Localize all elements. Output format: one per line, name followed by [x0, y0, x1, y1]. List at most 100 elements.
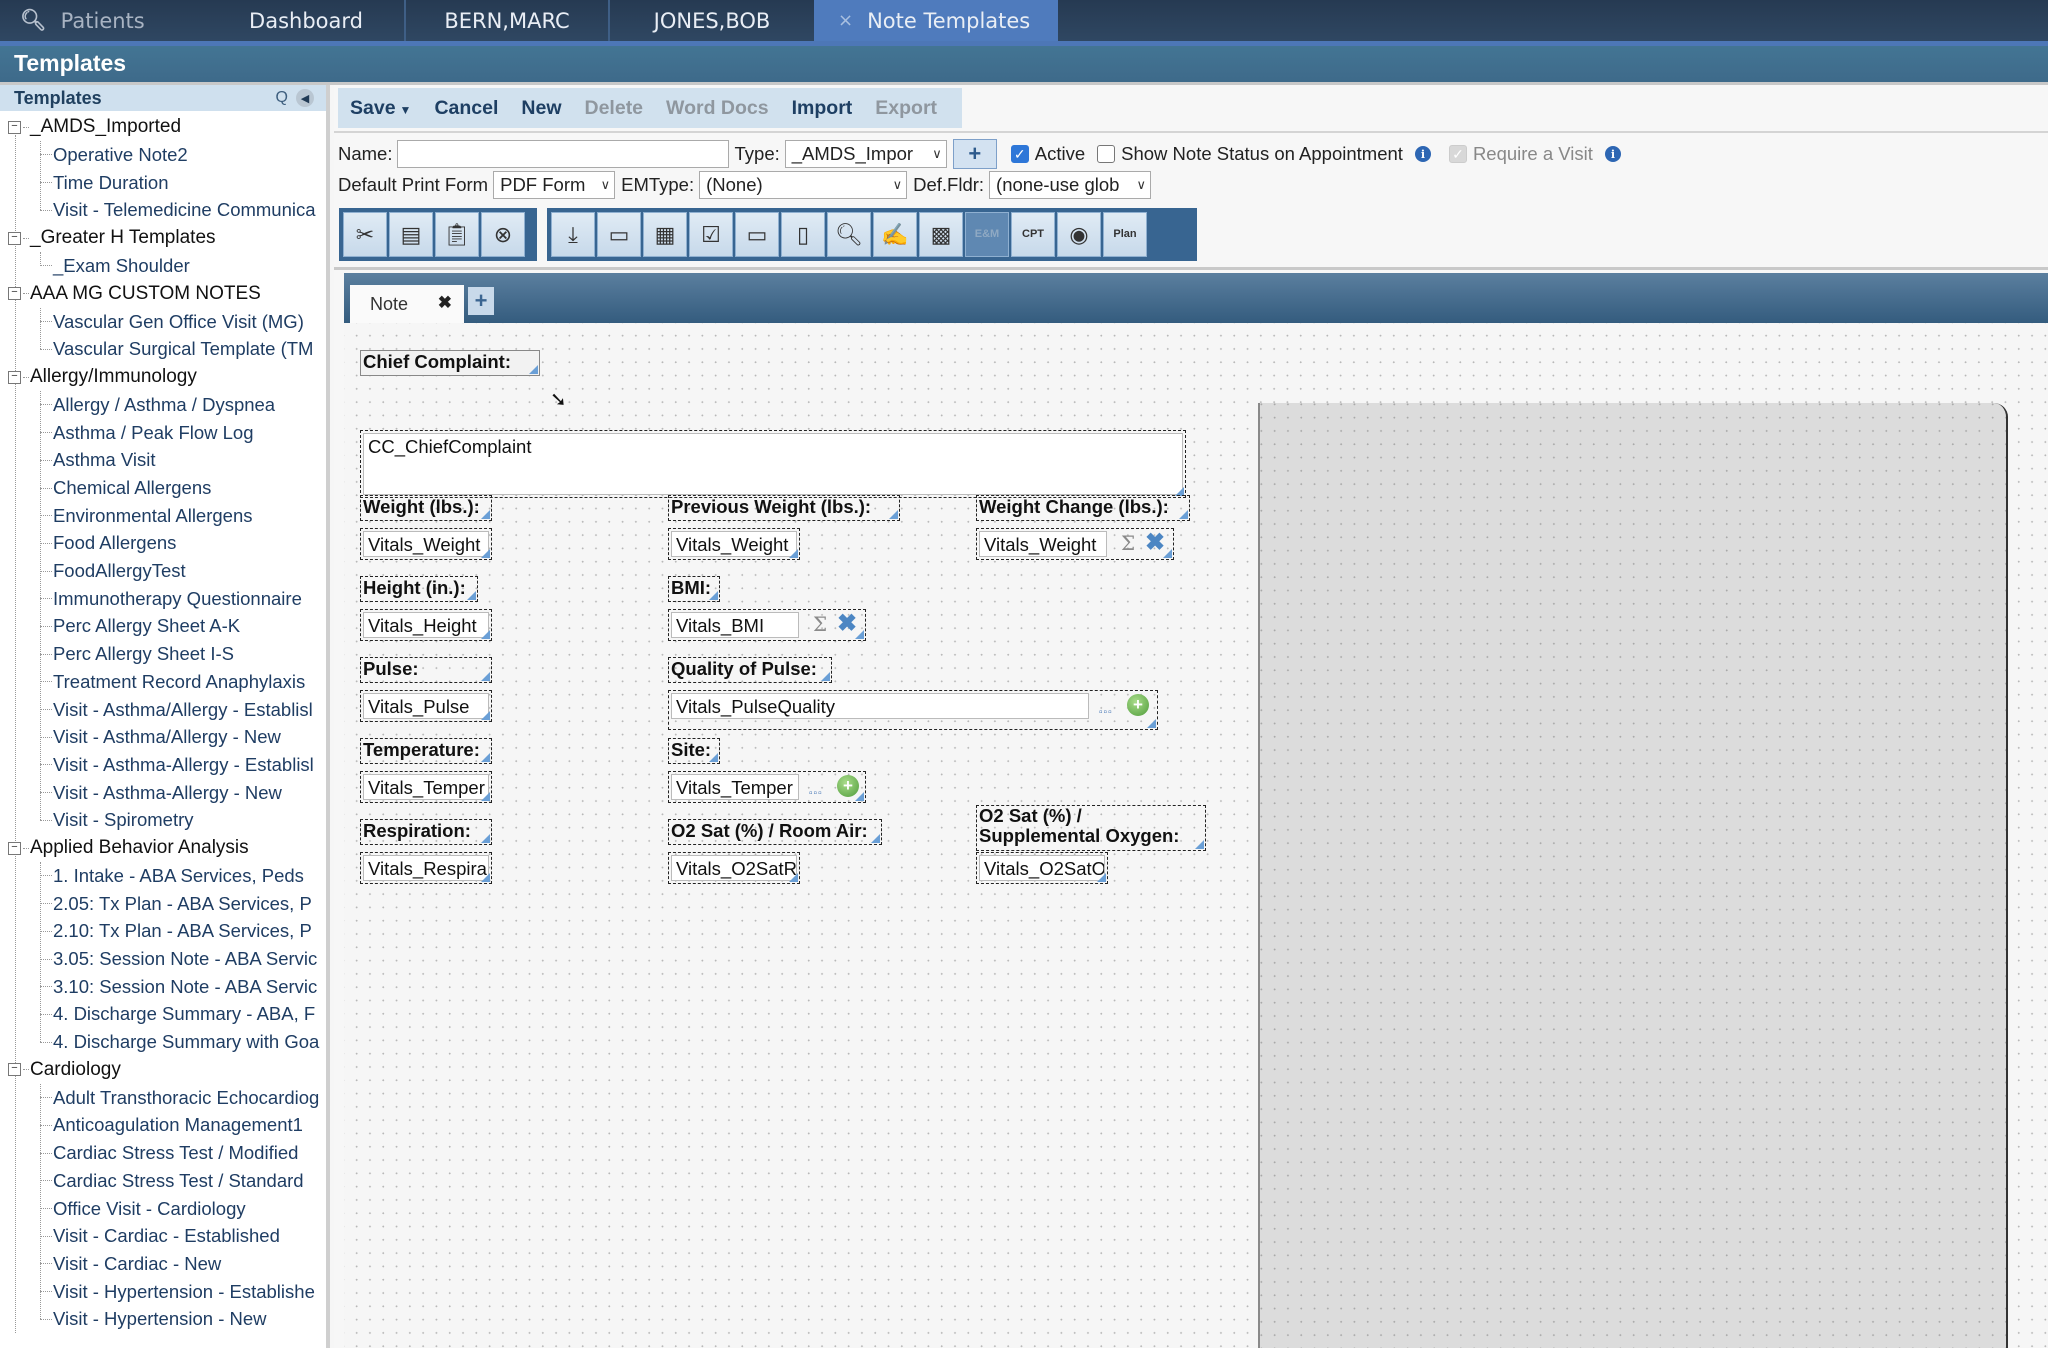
- tab-note-templates[interactable]: × Note Templates: [814, 0, 1059, 41]
- resize-handle-icon[interactable]: [789, 549, 798, 558]
- resize-handle-icon[interactable]: [481, 510, 490, 519]
- tree-group-header[interactable]: − AAA MG CUSTOM NOTES: [0, 280, 326, 308]
- template-item[interactable]: Environmental Allergens: [40, 502, 326, 530]
- field-value-box[interactable]: Vitals_Respira: [363, 855, 489, 881]
- info-icon[interactable]: i: [1414, 146, 1431, 162]
- collapse-icon[interactable]: −: [8, 231, 21, 245]
- tree-group-header[interactable]: − Applied Behavior Analysis: [0, 834, 326, 862]
- patients-search[interactable]: 🔍︎ Patients: [0, 0, 208, 41]
- import-button[interactable]: Import: [792, 97, 853, 120]
- tab-jones-bob[interactable]: JONES,BOB: [610, 0, 814, 41]
- name-input[interactable]: [396, 140, 729, 168]
- field-value-box[interactable]: Vitals_Height: [363, 612, 489, 638]
- resize-handle-icon[interactable]: [481, 873, 490, 882]
- add-circle-icon[interactable]: +: [1127, 694, 1149, 716]
- field-value-box[interactable]: Vitals_Pulse: [363, 693, 489, 719]
- field-value-box[interactable]: Vitals_PulseQuality: [671, 693, 1089, 719]
- o2-supp-field[interactable]: Vitals_O2SatO: [976, 852, 1108, 884]
- resize-handle-icon[interactable]: [855, 630, 864, 639]
- chief-complaint-label[interactable]: Chief Complaint:: [360, 350, 540, 376]
- height-label[interactable]: Height (in.):: [360, 576, 478, 602]
- radio-icon[interactable]: ◉: [1057, 212, 1101, 257]
- template-item[interactable]: 1. Intake - ABA Services, Peds: [40, 862, 326, 890]
- template-item[interactable]: Visit - Asthma/Allergy - New: [40, 723, 326, 751]
- add-tab-button[interactable]: +: [468, 287, 494, 315]
- field-value-box[interactable]: Vitals_O2SatR: [671, 855, 797, 881]
- lookup-icon[interactable]: 🔍︎: [827, 212, 871, 257]
- resize-handle-icon[interactable]: [855, 792, 864, 801]
- word-docs-button[interactable]: Word Docs: [666, 97, 769, 120]
- resize-handle-icon[interactable]: [1195, 840, 1204, 849]
- template-item[interactable]: Anticoagulation Management1: [40, 1112, 326, 1140]
- o2-supp-label[interactable]: O2 Sat (%) / Supplemental Oxygen:: [976, 805, 1206, 851]
- weight-field[interactable]: Vitals_Weight: [360, 528, 492, 560]
- resize-handle-icon[interactable]: [467, 591, 476, 600]
- template-item[interactable]: Vascular Surgical Template (TM: [40, 335, 326, 363]
- resize-handle-icon[interactable]: [871, 834, 880, 843]
- resize-handle-icon[interactable]: [1147, 719, 1156, 728]
- template-item[interactable]: 2.05: Tx Plan - ABA Services, P: [40, 890, 326, 918]
- template-item[interactable]: Visit - Telemedicine Communica: [40, 196, 326, 224]
- field-value-box[interactable]: Vitals_Weight: [671, 531, 797, 557]
- template-item[interactable]: Visit - Cardiac - New: [40, 1250, 326, 1278]
- template-item[interactable]: Cardiac Stress Test / Standard: [40, 1167, 326, 1195]
- delete-icon[interactable]: ⊗: [481, 212, 525, 257]
- field-value-box[interactable]: Vitals_Temper: [363, 774, 489, 800]
- collapse-icon[interactable]: −: [8, 120, 21, 134]
- textbox-icon[interactable]: ▭: [597, 212, 641, 257]
- o2-room-field[interactable]: Vitals_O2SatR: [668, 852, 800, 884]
- template-item[interactable]: Visit - Asthma/Allergy - Establisl: [40, 696, 326, 724]
- copy-icon[interactable]: ▤: [389, 212, 433, 257]
- template-item[interactable]: 3.05: Session Note - ABA Servic: [40, 945, 326, 973]
- active-checkbox[interactable]: ✓: [1010, 145, 1029, 163]
- tree-group-header[interactable]: − Allergy/Immunology: [0, 363, 326, 391]
- template-item[interactable]: Vascular Gen Office Visit (MG): [40, 308, 326, 336]
- template-item[interactable]: _Exam Shoulder: [40, 252, 326, 280]
- tab-dashboard[interactable]: Dashboard: [208, 0, 406, 41]
- ellipsis-icon[interactable]: ▫▫▫: [1099, 707, 1113, 718]
- field-value-box[interactable]: Vitals_Weight: [363, 531, 489, 557]
- template-item[interactable]: Visit - Cardiac - Established: [40, 1222, 326, 1250]
- template-item[interactable]: Cardiac Stress Test / Modified: [40, 1139, 326, 1167]
- resize-handle-icon[interactable]: [889, 510, 898, 519]
- collapse-icon[interactable]: −: [8, 1063, 21, 1077]
- resize-handle-icon[interactable]: [709, 591, 718, 600]
- dropdown-icon[interactable]: ▭: [735, 212, 779, 257]
- def-folder-select[interactable]: (none-use glob ∨: [989, 171, 1152, 199]
- template-item[interactable]: Chemical Allergens: [40, 474, 326, 502]
- respiration-label[interactable]: Respiration:: [360, 819, 492, 845]
- close-tab-icon[interactable]: ×: [838, 10, 853, 31]
- resize-handle-icon[interactable]: [709, 753, 718, 762]
- save-button[interactable]: Save ▼: [350, 97, 411, 120]
- template-item[interactable]: Immunotherapy Questionnaire: [40, 585, 326, 613]
- checkbox-icon[interactable]: ☑: [689, 212, 733, 257]
- add-type-button[interactable]: +: [952, 139, 997, 169]
- template-item[interactable]: Visit - Asthma-Allergy - Establisl: [40, 751, 326, 779]
- tree-group-header[interactable]: − _AMDS_Imported: [0, 113, 326, 141]
- template-item[interactable]: Time Duration: [40, 169, 326, 197]
- template-item[interactable]: Asthma Visit: [40, 447, 326, 475]
- field-value-box[interactable]: CC_ChiefComplaint: [363, 433, 1183, 495]
- pulse-quality-label[interactable]: Quality of Pulse:: [668, 657, 832, 683]
- template-item[interactable]: Adult Transthoracic Echocardiog: [40, 1084, 326, 1112]
- resize-handle-icon[interactable]: [821, 672, 830, 681]
- text-field-icon[interactable]: ⤓: [551, 212, 595, 257]
- template-item[interactable]: Visit - Hypertension - Establishe: [40, 1278, 326, 1306]
- info-icon[interactable]: i: [1604, 146, 1621, 162]
- bmi-label[interactable]: BMI:: [668, 576, 720, 602]
- resize-handle-icon[interactable]: [481, 792, 490, 801]
- template-item[interactable]: 2.10: Tx Plan - ABA Services, P: [40, 918, 326, 946]
- list-icon[interactable]: ▯: [781, 212, 825, 257]
- template-item[interactable]: Food Allergens: [40, 530, 326, 558]
- resize-handle-icon[interactable]: [481, 834, 490, 843]
- new-button[interactable]: New: [521, 97, 561, 120]
- ellipsis-icon[interactable]: ▫▫▫: [809, 788, 823, 799]
- cpt-lookup-icon[interactable]: CPT: [1011, 212, 1055, 257]
- template-item[interactable]: Visit - Hypertension - New: [40, 1305, 326, 1333]
- emtype-select[interactable]: (None) ∨: [699, 171, 908, 199]
- resize-handle-icon[interactable]: [481, 711, 490, 720]
- template-item[interactable]: Perc Allergy Sheet I-S: [40, 640, 326, 668]
- sigma-icon[interactable]: Σ: [813, 612, 827, 636]
- note-tab[interactable]: Note ✖: [350, 285, 464, 323]
- cc-field[interactable]: CC_ChiefComplaint: [360, 430, 1186, 498]
